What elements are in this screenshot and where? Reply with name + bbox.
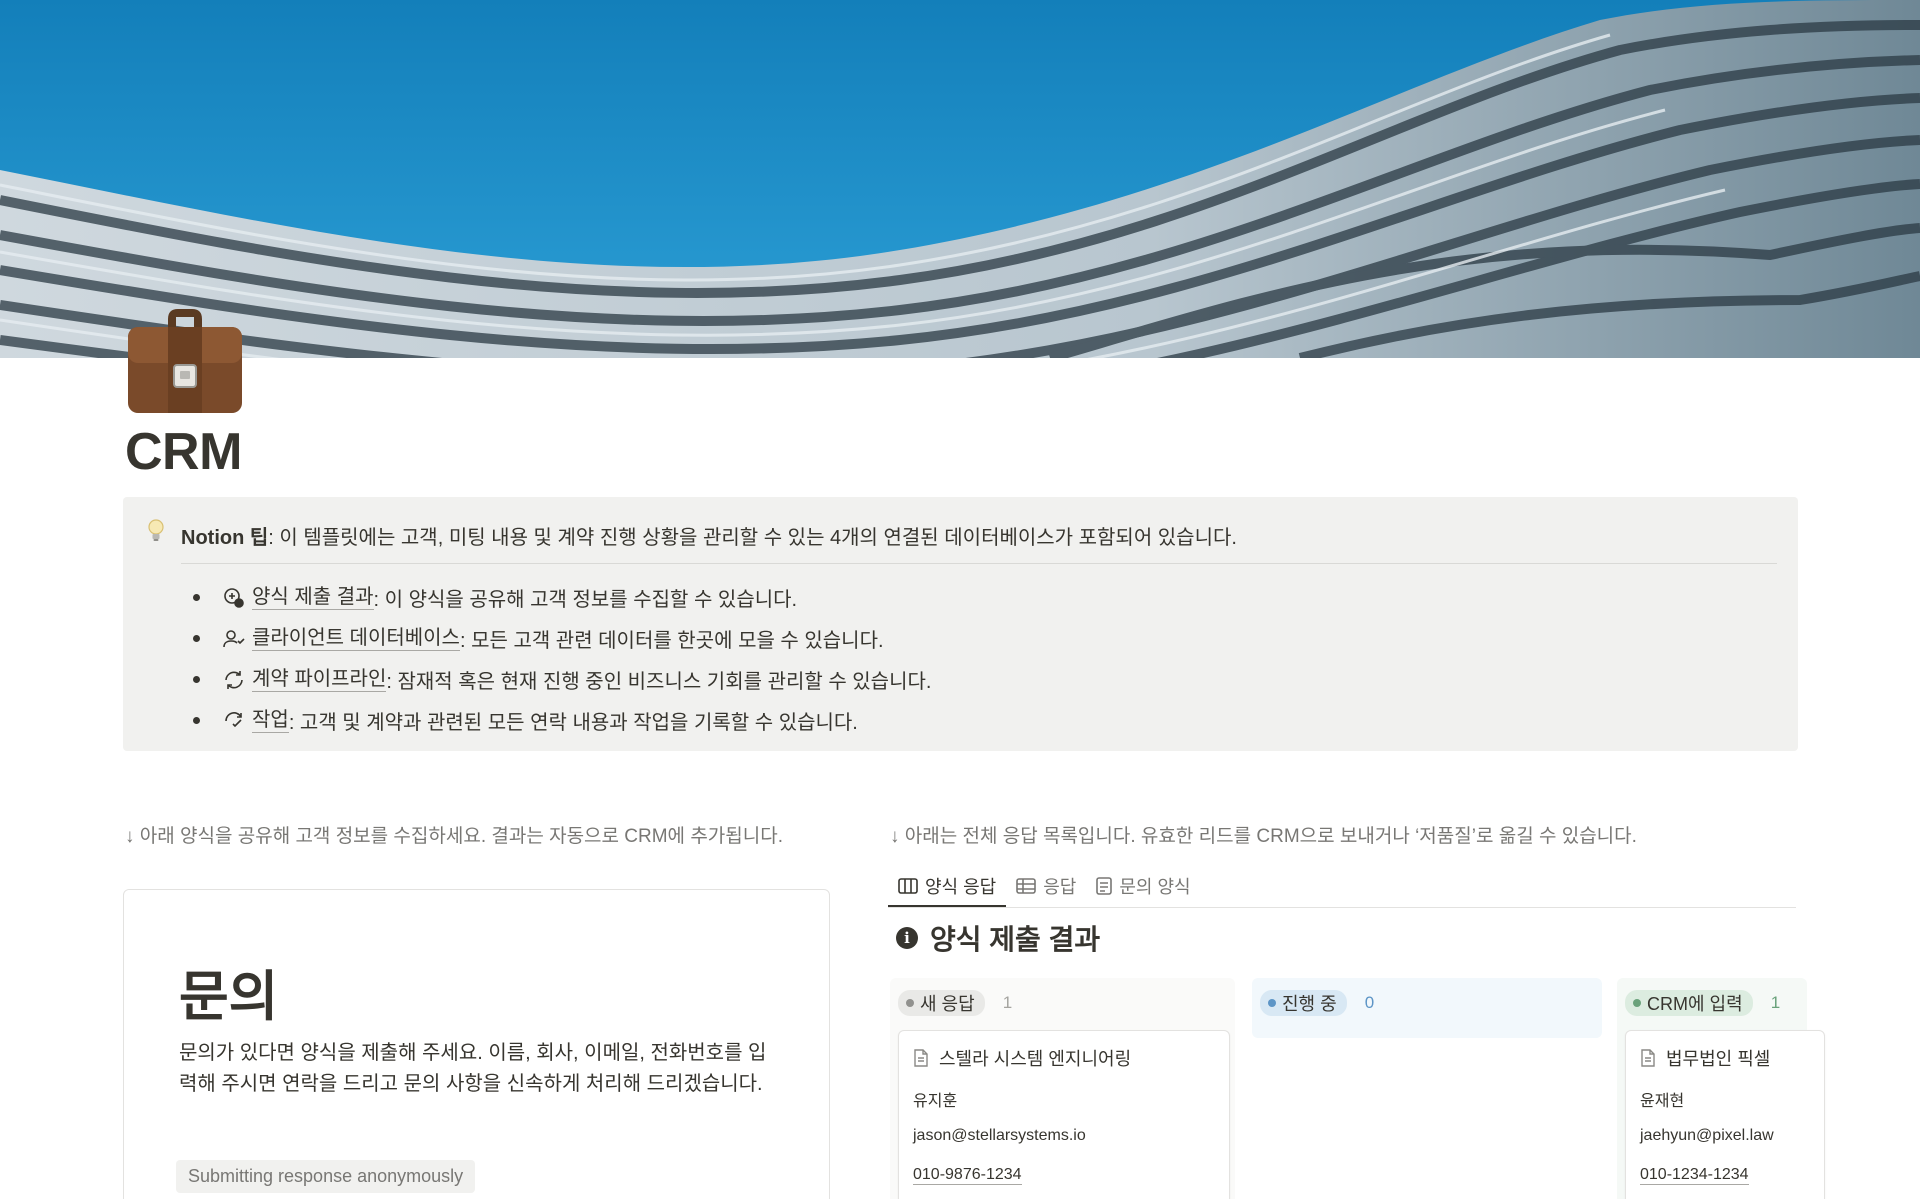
card-company-name: 스텔라 시스템 엔지니어링	[939, 1049, 1132, 1069]
bullet-dot	[193, 676, 200, 683]
link-form-results[interactable]: 양식 제출 결과	[252, 585, 374, 610]
link-client-database[interactable]: 클라이언트 데이터베이스	[252, 626, 460, 651]
status-badge[interactable]: 새 응답	[898, 990, 985, 1016]
card-title: 스텔라 시스템 엔지니어링	[913, 1045, 1131, 1071]
link-pipeline[interactable]: 계약 파이프라인	[252, 667, 387, 692]
tabs-divider	[888, 907, 1796, 908]
pipeline-icon	[222, 668, 246, 692]
task-icon	[222, 709, 246, 733]
tab-inquiry-form[interactable]: 문의 양식	[1086, 868, 1200, 904]
notion-tip-callout: Notion 팁: 이 템플릿에는 고객, 미팅 내용 및 계약 진행 상황을 …	[123, 497, 1798, 751]
bullet-client-database: 클라이언트 데이터베이스: 모든 고객 관련 데이터를 한곳에 모을 수 있습니…	[193, 618, 931, 659]
tab-responses[interactable]: 응답	[1006, 868, 1086, 904]
page-title[interactable]: CRM	[125, 422, 242, 482]
callout-divider	[181, 563, 1777, 564]
cover-architecture-graphic	[0, 0, 1920, 358]
bullet-dot	[193, 635, 200, 642]
bullet-text: : 이 양식을 공유해 고객 정보를 수집할 수 있습니다.	[373, 589, 798, 611]
card-contact-name: 윤재현	[1640, 1093, 1685, 1110]
bullet-dot	[193, 717, 200, 724]
client-icon	[222, 627, 246, 651]
form-description: 문의가 있다면 양식을 제출해 주세요. 이름, 회사, 이메일, 전화번호를 …	[179, 1042, 767, 1095]
form-results-icon	[222, 586, 246, 610]
card-title: 법무법인 픽셀	[1640, 1045, 1770, 1071]
status-dot	[1633, 999, 1641, 1007]
tab-label: 양식 응답	[925, 876, 997, 897]
column-count: 1	[1002, 993, 1013, 1012]
card-email[interactable]: jaehyun@pixel.law	[1640, 1127, 1774, 1145]
board-card[interactable]: 스텔라 시스템 엔지니어링 유지훈 jason@stellarsystems.i…	[898, 1030, 1230, 1199]
card-phone[interactable]: 010-9876-1234	[913, 1165, 1022, 1186]
card-company-name: 법무법인 픽셀	[1666, 1049, 1771, 1069]
page-icon	[914, 1049, 928, 1067]
card-contact-name: 유지훈	[913, 1093, 958, 1110]
callout-heading: Notion 팁: 이 템플릿에는 고객, 미팅 내용 및 계약 진행 상황을 …	[181, 521, 1237, 550]
board-icon	[898, 877, 918, 894]
database-title[interactable]: i 양식 제출 결과	[896, 918, 1100, 958]
column-count: 1	[1770, 993, 1781, 1012]
board-column-new-response: 새 응답 1 스텔라 시스템 엔지니어링 유지훈 jason@stellarsy…	[890, 978, 1235, 1199]
page-icon	[1641, 1049, 1655, 1067]
callout-heading-bold: Notion 팁	[181, 527, 269, 549]
status-label: CRM에 입력	[1647, 994, 1743, 1014]
column-header: 새 응답 1	[898, 990, 1012, 1016]
card-phone[interactable]: 010-1234-1234	[1640, 1165, 1749, 1186]
board-column-crm-entered: CRM에 입력 1 법무법인 픽셀 윤재현 jaehyun@pixel.law …	[1617, 978, 1825, 1199]
board-column-in-progress: 진행 중 0	[1252, 978, 1602, 1038]
callout-heading-text: : 이 템플릿에는 고객, 미팅 내용 및 계약 진행 상황을 관리할 수 있는…	[268, 527, 1237, 549]
database-title-text: 양식 제출 결과	[930, 924, 1101, 955]
status-badge[interactable]: CRM에 입력	[1625, 990, 1753, 1016]
status-label: 새 응답	[920, 994, 975, 1014]
tab-form-responses[interactable]: 양식 응답	[888, 868, 1007, 908]
form-icon	[1096, 877, 1113, 895]
card-email[interactable]: jason@stellarsystems.io	[913, 1127, 1086, 1145]
status-dot	[1268, 999, 1276, 1007]
tab-label: 응답	[1043, 877, 1077, 897]
bullet-dot	[193, 594, 200, 601]
bullet-tasks: 작업: 고객 및 계약과 관련된 모든 연락 내용과 작업을 기록할 수 있습니…	[193, 700, 931, 741]
table-icon	[1016, 878, 1037, 894]
briefcase-icon[interactable]	[124, 305, 246, 417]
database-view-tabs: 양식 응답 응답 문의 양식	[888, 868, 1201, 908]
bullet-pipeline: 계약 파이프라인: 잠재적 혹은 현재 진행 중인 비즈니스 기회를 관리할 수…	[193, 659, 931, 700]
column-header: 진행 중 0	[1260, 990, 1374, 1016]
anonymous-submission-badge: Submitting response anonymously	[176, 1160, 476, 1193]
bullet-text: : 잠재적 혹은 현재 진행 중인 비즈니스 기회를 관리할 수 있습니다.	[386, 671, 932, 693]
bullet-form-results: 양식 제출 결과: 이 양식을 공유해 고객 정보를 수집할 수 있습니다.	[193, 577, 931, 618]
column-header: CRM에 입력 1	[1625, 990, 1780, 1016]
status-badge[interactable]: 진행 중	[1260, 990, 1347, 1016]
callout-bullet-list: 양식 제출 결과: 이 양식을 공유해 고객 정보를 수집할 수 있습니다. 클…	[193, 577, 931, 741]
form-instruction-note: ↓ 아래 양식을 공유해 고객 정보를 수집하세요. 결과는 자동으로 CRM에…	[125, 826, 783, 847]
info-icon: i	[896, 927, 918, 949]
bullet-text: : 고객 및 계약과 관련된 모든 연락 내용과 작업을 기록할 수 있습니다.	[288, 712, 858, 734]
form-title: 문의	[179, 967, 279, 1027]
column-count: 0	[1364, 993, 1375, 1012]
status-label: 진행 중	[1282, 994, 1337, 1014]
page-cover-image[interactable]	[0, 0, 1920, 358]
status-dot	[906, 999, 914, 1007]
responses-instruction-note: ↓ 아래는 전체 응답 목록입니다. 유효한 리드를 CRM으로 보내거나 ‘저…	[890, 826, 1637, 847]
lightbulb-icon[interactable]	[147, 519, 165, 549]
tab-label: 문의 양식	[1119, 877, 1191, 897]
link-tasks[interactable]: 작업	[252, 708, 289, 733]
inquiry-form-embed[interactable]: 문의 문의가 있다면 양식을 제출해 주세요. 이름, 회사, 이메일, 전화번…	[123, 889, 830, 1199]
board-card[interactable]: 법무법인 픽셀 윤재현 jaehyun@pixel.law 010-1234-1…	[1625, 1030, 1825, 1199]
bullet-text: : 모든 고객 관련 데이터를 한곳에 모을 수 있습니다.	[459, 630, 884, 652]
